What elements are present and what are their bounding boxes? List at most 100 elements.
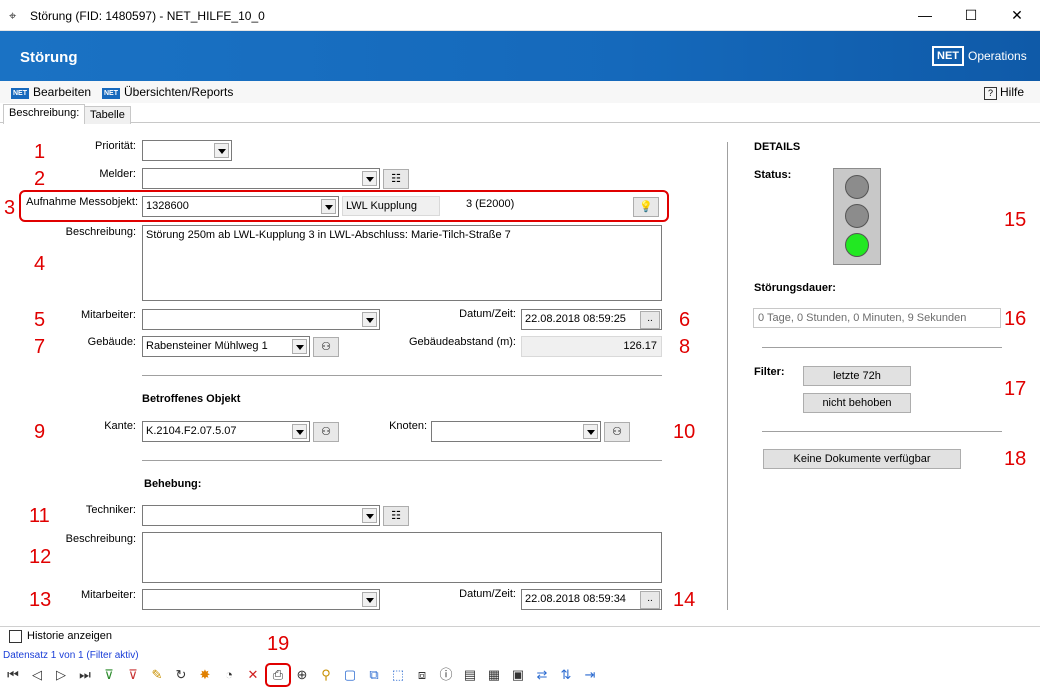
binoculars-icon: ⚇ bbox=[612, 426, 622, 438]
datum2-field[interactable]: 22.08.2018 08:59:34.. bbox=[521, 589, 662, 610]
mitarbeiter2-select[interactable] bbox=[142, 589, 380, 610]
marker-12: 12 bbox=[29, 546, 52, 568]
historie-label: Historie anzeigen bbox=[27, 630, 112, 642]
maximize-button[interactable]: ☐ bbox=[948, 0, 994, 31]
datum-picker-button[interactable]: .. bbox=[640, 311, 660, 329]
layers-icon[interactable]: ⧈ bbox=[413, 666, 431, 684]
datum2-label: Datum/Zeit: bbox=[459, 588, 516, 600]
dokumente-button[interactable]: Keine Dokumente verfügbar bbox=[763, 449, 961, 469]
divider bbox=[142, 375, 662, 376]
delete-icon[interactable]: ✕ bbox=[244, 666, 262, 684]
filter-nicht-behoben-button[interactable]: nicht behoben bbox=[803, 393, 911, 413]
next-record-icon[interactable]: ▷ bbox=[52, 666, 70, 684]
knoten-select[interactable] bbox=[431, 421, 601, 442]
datum2-picker-button[interactable]: .. bbox=[640, 591, 660, 609]
box-icon[interactable]: ▢ bbox=[341, 666, 359, 684]
chevron-down-icon[interactable] bbox=[362, 171, 377, 186]
tab-strip: Beschreibung: Tabelle bbox=[0, 103, 1040, 124]
window-title: Störung (FID: 1480597) - NET_HILFE_10_0 bbox=[30, 9, 265, 23]
chevron-down-icon[interactable] bbox=[292, 424, 307, 439]
gebaeude-select[interactable]: Rabensteiner Mühlweg 1 bbox=[142, 336, 310, 357]
mitarbeiter-select[interactable] bbox=[142, 309, 380, 330]
connect-icon[interactable]: ⇄ bbox=[533, 666, 551, 684]
marker-17: 17 bbox=[1004, 378, 1027, 400]
form-header: Störung NET Operations bbox=[0, 31, 1040, 81]
knoten-locate-button[interactable]: ⚇ bbox=[604, 422, 630, 442]
exit-icon[interactable]: ⇥ bbox=[581, 666, 599, 684]
melder-search-button[interactable]: ☷ bbox=[383, 169, 409, 189]
datum-label: Datum/Zeit: bbox=[459, 308, 516, 320]
melder-select[interactable] bbox=[142, 168, 380, 189]
close-button[interactable]: ✕ bbox=[994, 0, 1040, 31]
chevron-down-icon[interactable] bbox=[362, 312, 377, 327]
lamp-green bbox=[845, 233, 869, 257]
tab-tabelle[interactable]: Tabelle bbox=[84, 106, 131, 124]
historie-checkbox[interactable] bbox=[9, 630, 22, 643]
zoom-in-icon[interactable]: ⊕ bbox=[293, 666, 311, 684]
datum2-value: 22.08.2018 08:59:34 bbox=[525, 593, 626, 605]
chevron-down-icon[interactable] bbox=[362, 592, 377, 607]
net-badge-icon: NET bbox=[102, 88, 120, 99]
refresh-icon[interactable]: ↻ bbox=[172, 666, 190, 684]
menu-bar: NET Bearbeiten NET Übersichten/Reports ? Hi… bbox=[0, 81, 1040, 103]
gebaeudeabstand-label: Gebäudeabstand (m): bbox=[408, 336, 516, 348]
document-icon[interactable]: ▤ bbox=[461, 666, 479, 684]
prioritaet-select[interactable] bbox=[142, 140, 232, 161]
sort-icon[interactable]: ⇅ bbox=[557, 666, 575, 684]
help-icon: ? bbox=[984, 87, 997, 100]
aufnahme-select[interactable]: 1328600 bbox=[142, 196, 339, 217]
status-label: Status: bbox=[754, 169, 792, 181]
chevron-down-icon[interactable] bbox=[214, 143, 229, 158]
datensatz-status: Datensatz 1 von 1 (Filter aktiv) bbox=[3, 650, 139, 661]
prev-record-icon[interactable]: ◁ bbox=[28, 666, 46, 684]
net-logo: NET bbox=[932, 46, 964, 66]
chevron-down-icon[interactable] bbox=[292, 339, 307, 354]
kante-select[interactable]: K.2104.F2.07.5.07 bbox=[142, 421, 310, 442]
messobjekt-type-field: LWL Kupplung bbox=[342, 196, 440, 216]
chevron-down-icon[interactable] bbox=[362, 508, 377, 523]
select-box-icon[interactable]: ⬚ bbox=[389, 666, 407, 684]
prioritaet-label: Priorität: bbox=[95, 140, 136, 152]
gauge-icon[interactable]: ◔ bbox=[220, 666, 238, 684]
behebung-title: Behebung: bbox=[144, 478, 202, 490]
marker-3: 3 bbox=[4, 197, 16, 219]
copy-box-icon[interactable]: ⧉ bbox=[365, 666, 383, 684]
divider bbox=[762, 431, 1002, 432]
zoom-map-icon[interactable]: ⚲ bbox=[317, 666, 335, 684]
techniker-search-button[interactable]: ☷ bbox=[383, 506, 409, 526]
window-titlebar: ⌖ Störung (FID: 1480597) - NET_HILFE_10_… bbox=[0, 0, 1040, 31]
chevron-down-icon[interactable] bbox=[583, 424, 598, 439]
menu-uebersichten[interactable]: NET Übersichten/Reports bbox=[102, 85, 233, 99]
gebaeude-locate-button[interactable]: ⚇ bbox=[313, 337, 339, 357]
messobjekt-locate-button[interactable]: 💡 bbox=[633, 197, 659, 217]
marker-6: 6 bbox=[679, 309, 691, 331]
first-record-icon[interactable]: ⏮ bbox=[4, 666, 22, 684]
tab-beschreibung[interactable]: Beschreibung: bbox=[3, 104, 86, 124]
chevron-down-icon[interactable] bbox=[321, 199, 336, 214]
info-icon[interactable]: ⓘ bbox=[437, 666, 455, 684]
beschreibung2-textarea[interactable] bbox=[142, 532, 662, 583]
print-icon[interactable]: ⎙ bbox=[269, 666, 287, 684]
filter-72h-button[interactable]: letzte 72h bbox=[803, 366, 911, 386]
minimize-button[interactable]: — bbox=[902, 0, 948, 31]
filter-add-icon[interactable]: ⊽ bbox=[100, 666, 118, 684]
menu-hilfe[interactable]: ? Hilfe bbox=[984, 85, 1024, 100]
beschreibung-textarea[interactable]: Störung 250m ab LWL-Kupplung 3 in LWL-Ab… bbox=[142, 225, 662, 301]
datum-field[interactable]: 22.08.2018 08:59:25.. bbox=[521, 309, 662, 330]
betroffenes-title: Betroffenes Objekt bbox=[142, 393, 241, 405]
filter-remove-icon[interactable]: ⊽ bbox=[124, 666, 142, 684]
last-record-icon[interactable]: ⏭ bbox=[76, 666, 94, 684]
kante-value: K.2104.F2.07.5.07 bbox=[146, 425, 237, 437]
menu-bearbeiten[interactable]: NET Bearbeiten bbox=[11, 85, 91, 99]
report-icon[interactable]: ▦ bbox=[485, 666, 503, 684]
form-title: Störung bbox=[20, 49, 78, 66]
new-star-icon[interactable]: ✸ bbox=[196, 666, 214, 684]
panel-separator bbox=[727, 142, 728, 610]
net-logo-label: Operations bbox=[968, 49, 1027, 63]
techniker-select[interactable] bbox=[142, 505, 380, 526]
edit-pencil-icon[interactable]: ✎ bbox=[148, 666, 166, 684]
export-icon[interactable]: ▣ bbox=[509, 666, 527, 684]
mitarbeiter2-label: Mitarbeiter: bbox=[80, 589, 136, 601]
techniker-label: Techniker: bbox=[85, 504, 136, 516]
search-list-icon: ☷ bbox=[391, 173, 401, 185]
